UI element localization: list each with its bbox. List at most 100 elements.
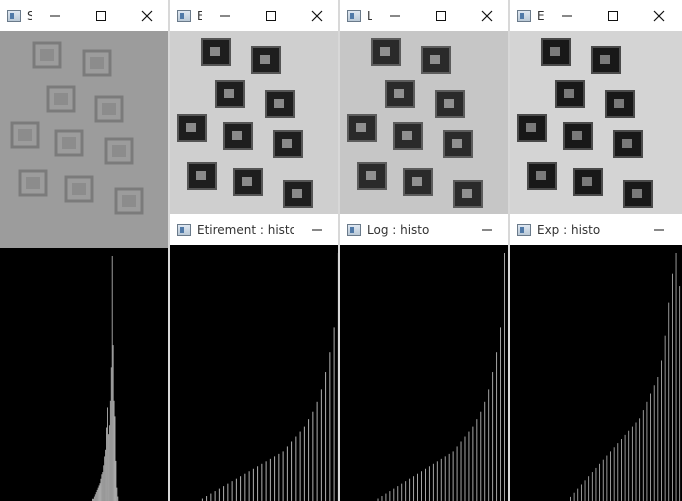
- histogram-bar: [405, 481, 407, 501]
- window-app-icon[interactable]: [517, 9, 531, 22]
- maximize-icon: [266, 10, 276, 21]
- histogram-bar: [624, 434, 626, 501]
- log-histogram-titlebar[interactable]: Log : histo: [340, 214, 510, 246]
- exp-image-canvas: [510, 31, 682, 218]
- histogram-bar: [661, 360, 662, 501]
- log-chip-grid: [347, 38, 483, 208]
- histogram-bar: [108, 425, 110, 501]
- histogram-bar: [114, 416, 116, 501]
- histogram-bar: [631, 426, 633, 501]
- window-app-icon[interactable]: [347, 9, 361, 22]
- exp-image-titlebar[interactable]: E: [510, 0, 682, 32]
- histogram-bar: [94, 494, 96, 501]
- histogram-bar: [639, 418, 641, 501]
- histogram-bar: [269, 458, 271, 501]
- minimize-button[interactable]: [32, 0, 78, 31]
- histogram-bar: [472, 426, 474, 501]
- histogram-bar: [95, 492, 97, 501]
- histogram-bar: [381, 496, 383, 501]
- histogram-bar: [93, 496, 95, 501]
- histogram-bar: [385, 493, 387, 501]
- close-icon: [653, 10, 665, 21]
- source-histogram-canvas: [0, 248, 170, 501]
- histogram-bar: [108, 434, 109, 501]
- histogram-bar: [492, 372, 494, 501]
- close-icon: [141, 10, 153, 21]
- etirement-histogram-title: Etirement : histo: [197, 222, 294, 237]
- minimize-icon: [562, 15, 572, 16]
- histogram-bar: [595, 467, 597, 501]
- histogram-bar: [664, 335, 666, 501]
- histogram-bar: [210, 493, 212, 501]
- log-image-window: L: [340, 0, 510, 218]
- window-app-icon[interactable]: [177, 9, 191, 22]
- histogram-bar: [117, 496, 119, 501]
- etirement-histogram-window: Etirement : histo: [170, 214, 340, 501]
- minimize-icon: [220, 15, 230, 16]
- window-app-icon[interactable]: [177, 223, 191, 236]
- close-button[interactable]: [636, 0, 682, 31]
- minimize-button[interactable]: [544, 0, 590, 31]
- histogram-bar: [602, 459, 604, 501]
- maximize-button[interactable]: [590, 0, 636, 31]
- histogram-bar: [642, 410, 644, 501]
- histogram-bar: [312, 411, 314, 501]
- source-histogram-plot: [92, 256, 119, 501]
- etirement-histogram-plot: [201, 253, 339, 501]
- histogram-bar: [484, 401, 486, 501]
- histogram-bar: [580, 484, 582, 501]
- histogram-bar: [115, 460, 117, 501]
- exp-histogram-titlebar[interactable]: Exp : histo: [510, 214, 682, 246]
- minimize-button[interactable]: [294, 214, 340, 245]
- histogram-bar: [591, 472, 593, 501]
- histogram-bar: [295, 436, 297, 501]
- histogram-bar: [570, 496, 571, 501]
- histogram-bar: [299, 431, 301, 501]
- histogram-bar: [244, 473, 246, 501]
- minimize-button[interactable]: [464, 214, 510, 245]
- histogram-bar: [325, 372, 327, 501]
- histogram-bar: [444, 456, 446, 501]
- maximize-button[interactable]: [78, 0, 124, 31]
- minimize-icon: [50, 15, 60, 16]
- window-app-icon[interactable]: [7, 9, 21, 22]
- exp-histogram-title: Exp : histo: [537, 222, 601, 237]
- histogram-bar: [112, 345, 114, 501]
- log-image-titlebar[interactable]: L: [340, 0, 510, 32]
- close-button[interactable]: [124, 0, 170, 31]
- histogram-bar: [621, 439, 622, 501]
- histogram-bar: [106, 427, 107, 501]
- histogram-bar: [488, 389, 490, 501]
- histogram-bar: [428, 466, 430, 501]
- histogram-bar: [610, 451, 611, 501]
- histogram-bar: [393, 488, 395, 501]
- minimize-button[interactable]: [636, 214, 682, 245]
- maximize-button[interactable]: [418, 0, 464, 31]
- histogram-bar: [110, 367, 112, 501]
- histogram-bar: [635, 422, 637, 501]
- close-icon: [481, 10, 493, 21]
- etirement-image-titlebar[interactable]: E: [170, 0, 340, 32]
- histogram-bar: [671, 273, 673, 501]
- histogram-bar: [679, 286, 681, 501]
- histogram-bar: [240, 476, 242, 501]
- window-app-icon[interactable]: [517, 223, 531, 236]
- histogram-bar: [500, 327, 502, 501]
- window-separator: [168, 0, 170, 501]
- source-image-titlebar[interactable]: S: [0, 0, 170, 32]
- histogram-bar: [98, 485, 100, 501]
- histogram-bar: [303, 426, 305, 501]
- close-button[interactable]: [464, 0, 510, 31]
- window-app-icon[interactable]: [347, 223, 361, 236]
- histogram-bar: [480, 411, 482, 501]
- histogram-bar: [460, 441, 462, 501]
- histogram-bar: [320, 389, 322, 501]
- histogram-bar: [421, 471, 422, 501]
- maximize-button[interactable]: [248, 0, 294, 31]
- minimize-button[interactable]: [372, 0, 418, 31]
- close-button[interactable]: [294, 0, 340, 31]
- etirement-histogram-titlebar[interactable]: Etirement : histo: [170, 214, 340, 246]
- histogram-bar: [650, 393, 651, 501]
- minimize-button[interactable]: [202, 0, 248, 31]
- etirement-image-window: E: [170, 0, 340, 218]
